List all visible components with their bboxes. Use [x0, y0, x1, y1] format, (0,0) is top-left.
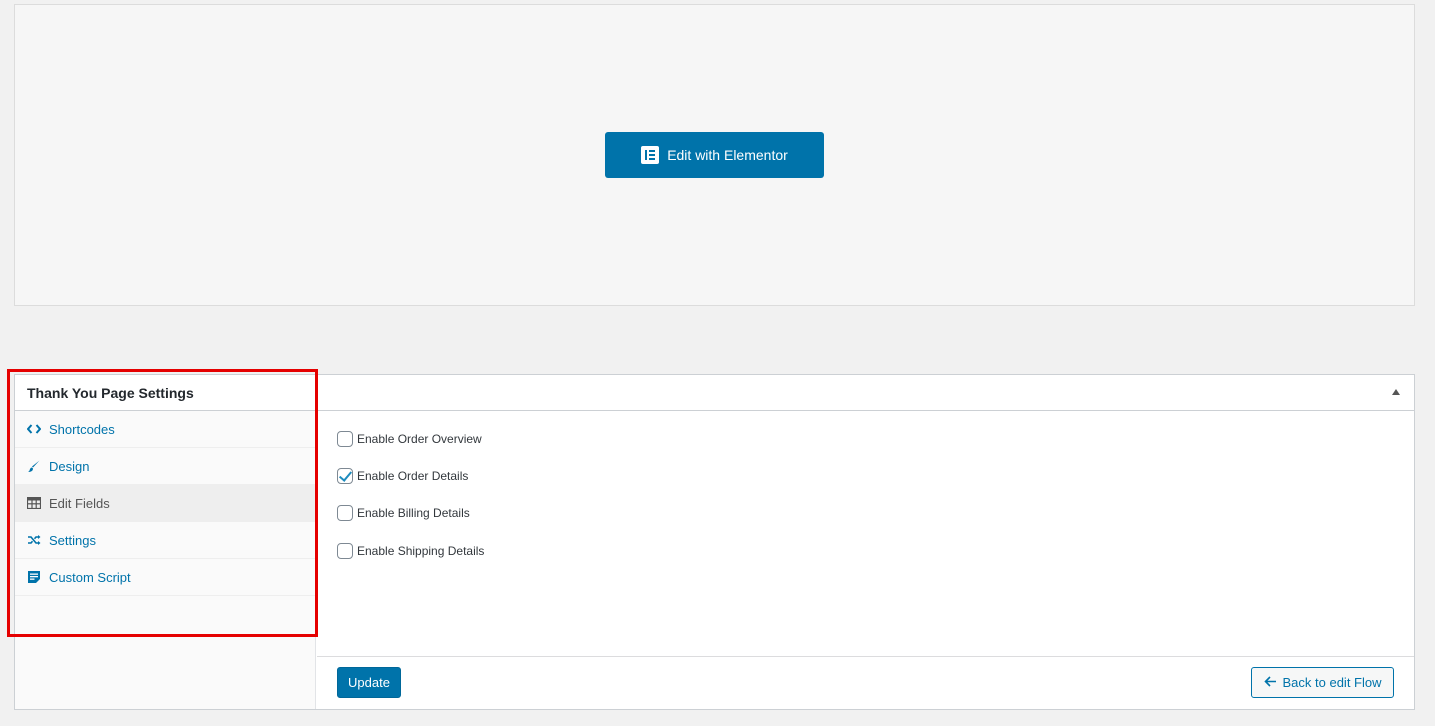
sidebar-item-custom-script[interactable]: Custom Script — [15, 559, 315, 596]
billing-details-row[interactable]: Enable Billing Details — [337, 505, 470, 521]
settings-sidebar: Shortcodes Design Edit Fields Settings C… — [15, 411, 316, 709]
edit-fields-content: Enable Order Overview Enable Order Detai… — [317, 411, 1414, 658]
text-page-icon — [27, 570, 41, 584]
back-to-edit-flow-button[interactable]: Back to edit Flow — [1251, 667, 1394, 698]
sidebar-item-label: Custom Script — [49, 569, 131, 585]
panel-title: Thank You Page Settings — [27, 385, 194, 401]
enable-order-details-checkbox[interactable] — [337, 468, 353, 484]
code-icon — [27, 422, 41, 436]
sidebar-item-label: Settings — [49, 532, 96, 548]
elementor-icon — [641, 146, 660, 164]
enable-order-overview-label: Enable Order Overview — [357, 432, 482, 446]
arrow-left-icon — [1263, 675, 1277, 690]
sidebar-item-label: Design — [49, 458, 90, 474]
order-overview-row[interactable]: Enable Order Overview — [337, 431, 482, 447]
page: Edit with Elementor Thank You Page Setti… — [0, 0, 1435, 726]
thank-you-settings-panel: Thank You Page Settings Shortcodes Desig… — [14, 374, 1415, 710]
triangle-up-icon[interactable] — [1392, 389, 1400, 395]
panel-header: Thank You Page Settings — [15, 375, 1414, 411]
sidebar-item-settings[interactable]: Settings — [15, 522, 315, 559]
shipping-details-row[interactable]: Enable Shipping Details — [337, 543, 484, 559]
sidebar-item-label: Shortcodes — [49, 421, 115, 437]
edit-with-elementor-button[interactable]: Edit with Elementor — [605, 132, 824, 178]
sidebar-item-label: Edit Fields — [49, 495, 110, 511]
enable-order-overview-checkbox[interactable] — [337, 431, 353, 447]
enable-billing-details-label: Enable Billing Details — [357, 506, 470, 520]
sidebar-item-design[interactable]: Design — [15, 448, 315, 485]
sidebar-item-edit-fields[interactable]: Edit Fields — [15, 485, 315, 522]
enable-shipping-details-label: Enable Shipping Details — [357, 544, 485, 558]
back-to-edit-flow-label: Back to edit Flow — [1282, 675, 1382, 690]
shuffle-icon — [27, 533, 41, 547]
enable-order-details-label: Enable Order Details — [357, 469, 469, 483]
table-icon — [27, 496, 41, 510]
panel-footer: Update Back to edit Flow — [317, 656, 1414, 709]
enable-shipping-details-checkbox[interactable] — [337, 543, 353, 559]
sidebar-item-shortcodes[interactable]: Shortcodes — [15, 411, 315, 448]
order-details-row[interactable]: Enable Order Details — [337, 468, 468, 484]
edit-with-elementor-label: Edit with Elementor — [667, 147, 788, 163]
brush-icon — [27, 459, 41, 473]
enable-billing-details-checkbox[interactable] — [337, 505, 353, 521]
update-button[interactable]: Update — [337, 667, 401, 698]
elementor-panel: Edit with Elementor — [14, 4, 1415, 306]
